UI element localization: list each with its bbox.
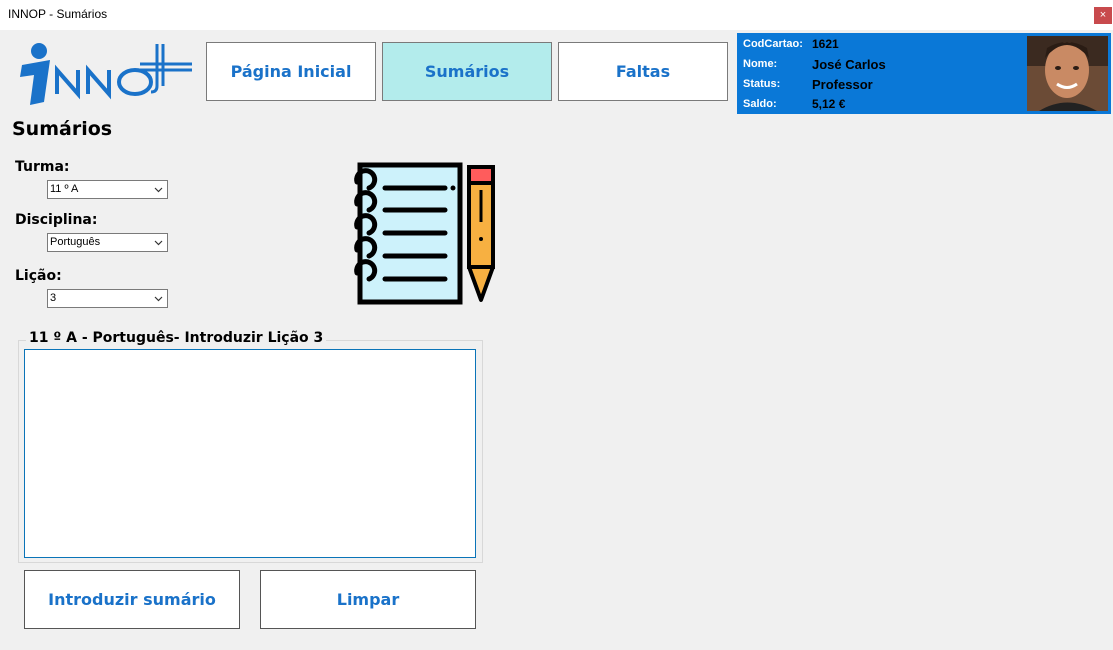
clear-button[interactable]: Limpar — [260, 570, 476, 629]
user-info-panel: CodCartao: 1621 Nome: José Carlos Status… — [737, 33, 1111, 114]
card-value: 1621 — [812, 37, 839, 51]
class-select[interactable]: 11 º A — [47, 180, 168, 199]
inno-logo — [12, 38, 197, 110]
nav-absences-button[interactable]: Faltas — [558, 42, 728, 101]
balance-value: 5,12 € — [812, 97, 846, 111]
nav-home-button[interactable]: Página Inicial — [206, 42, 376, 101]
chevron-down-icon — [154, 240, 163, 246]
title-bar: INNOP - Sumários × — [0, 0, 1113, 30]
avatar — [1027, 36, 1108, 111]
notebook-pencil-icon — [347, 162, 499, 306]
chevron-down-icon — [154, 187, 163, 193]
name-label: Nome: — [743, 58, 778, 70]
class-label: Turma: — [15, 159, 70, 175]
class-select-value: 11 º A — [50, 183, 79, 195]
status-label: Status: — [743, 78, 781, 90]
page-title: Sumários — [12, 118, 113, 140]
close-button[interactable]: × — [1094, 7, 1112, 24]
summary-textarea[interactable] — [24, 349, 476, 558]
summary-group-title: 11 º A - Português- Introduzir Lição 3 — [26, 330, 327, 346]
nav-summaries-button[interactable]: Sumários — [382, 42, 552, 101]
subject-label: Disciplina: — [15, 212, 98, 228]
window-title: INNOP - Sumários — [8, 7, 108, 21]
status-value: Professor — [812, 77, 873, 92]
lesson-select-value: 3 — [50, 292, 57, 304]
chevron-down-icon — [154, 296, 163, 302]
card-label: CodCartao: — [743, 38, 803, 50]
name-value: José Carlos — [812, 57, 886, 72]
lesson-select[interactable]: 3 — [47, 289, 168, 308]
lesson-label: Lição: — [15, 268, 62, 284]
subject-select[interactable]: Português — [47, 233, 168, 252]
subject-select-value: Português — [50, 236, 101, 248]
balance-label: Saldo: — [743, 98, 777, 110]
submit-summary-button[interactable]: Introduzir sumário — [24, 570, 240, 629]
